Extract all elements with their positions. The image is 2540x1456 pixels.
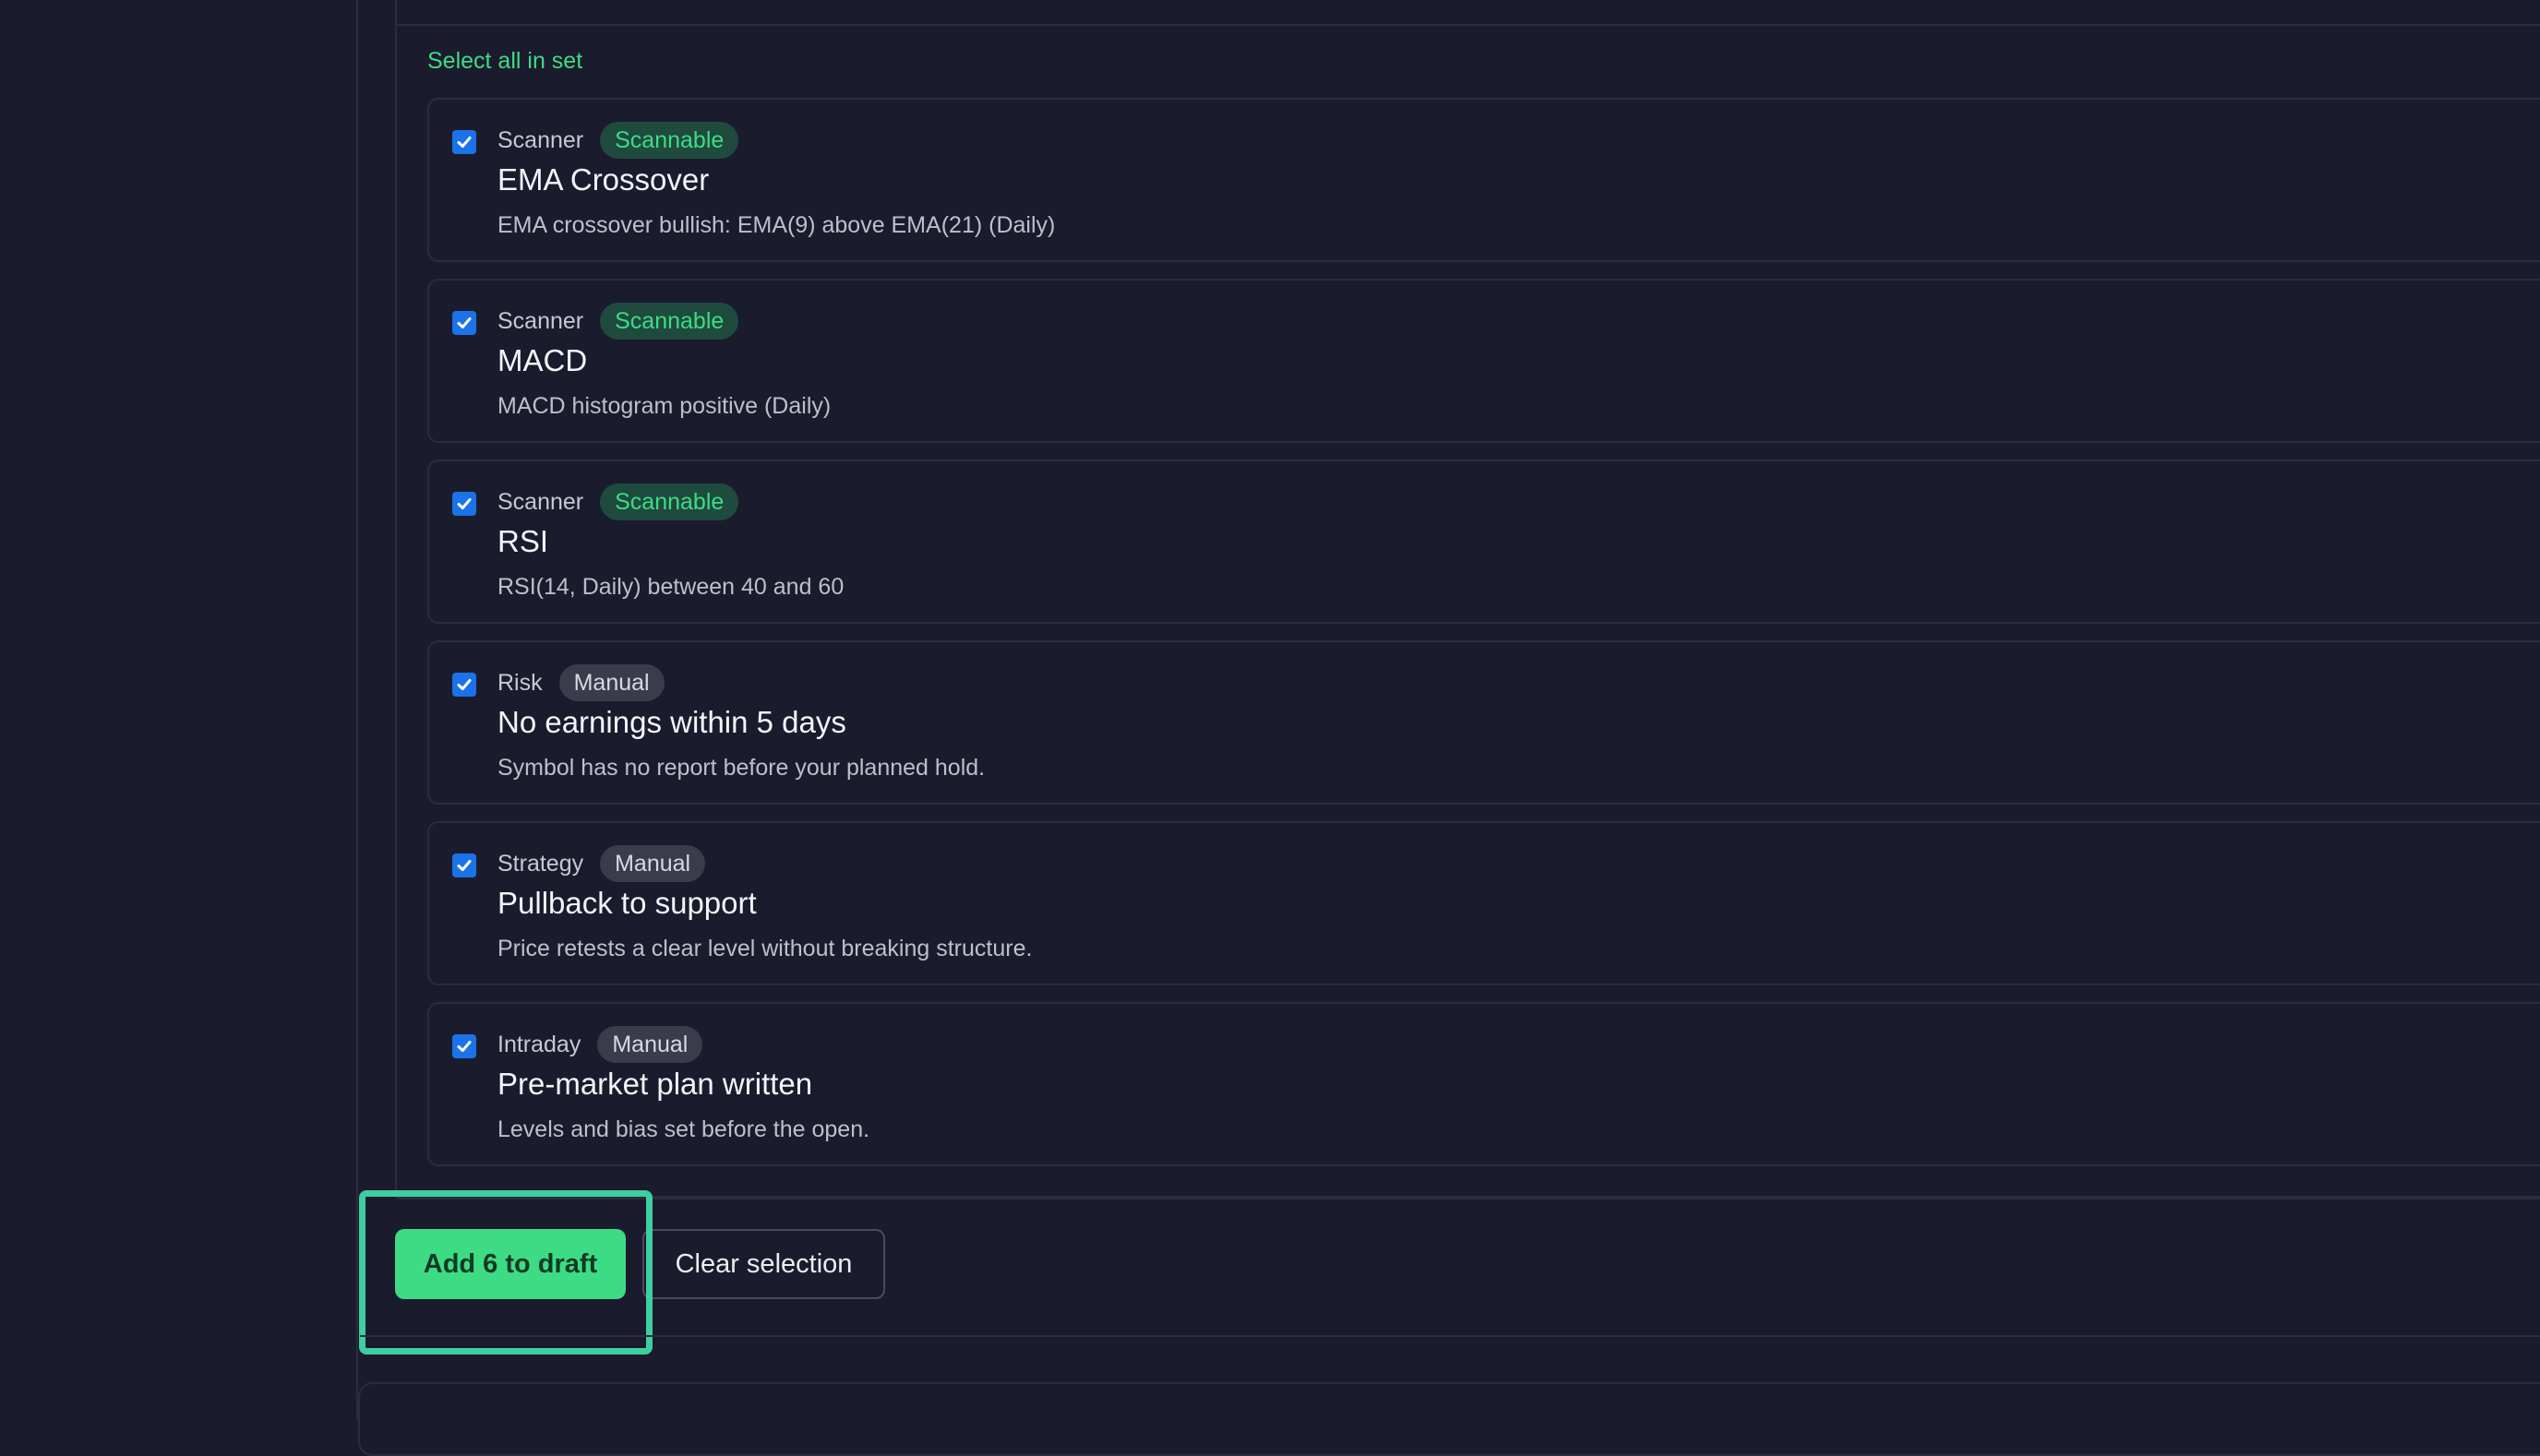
checkbox[interactable]: [452, 492, 476, 516]
item-category: Intraday: [497, 1031, 581, 1057]
checklist-item-macd[interactable]: Scanner Scannable MACD MACD histogram po…: [427, 279, 2540, 443]
item-title: EMA Crossover: [497, 162, 710, 197]
checklist-item-rsi[interactable]: Scanner Scannable RSI RSI(14, Daily) bet…: [427, 459, 2540, 624]
select-all-link[interactable]: Select all in set: [427, 48, 582, 75]
checkbox[interactable]: [452, 311, 476, 335]
checkbox[interactable]: [452, 853, 476, 877]
status-badge: Scannable: [600, 122, 739, 159]
checkmark-icon: [457, 860, 472, 871]
item-category: Scanner: [497, 488, 584, 515]
checkmark-icon: [457, 498, 472, 509]
status-badge: Scannable: [600, 483, 739, 520]
add-to-draft-button[interactable]: Add 6 to draft: [395, 1229, 626, 1299]
item-title: MACD: [497, 343, 588, 377]
item-category: Strategy: [497, 850, 584, 877]
item-description: Price retests a clear level without brea…: [497, 936, 1033, 961]
item-description: Levels and bias set before the open.: [497, 1116, 870, 1142]
item-category: Scanner: [497, 307, 584, 334]
item-title: No earnings within 5 days: [497, 705, 846, 739]
item-description: MACD histogram positive (Daily): [497, 393, 832, 419]
status-badge: Manual: [600, 845, 706, 882]
checkbox[interactable]: [452, 130, 476, 154]
checkmark-icon: [457, 679, 472, 690]
checklist-item-premarket-plan[interactable]: Intraday Manual Pre-market plan written …: [427, 1002, 2540, 1166]
status-badge: Manual: [597, 1026, 703, 1063]
checkbox[interactable]: [452, 1034, 476, 1058]
item-category: Risk: [497, 669, 543, 696]
divider: [397, 24, 2540, 26]
status-badge: Scannable: [600, 303, 739, 340]
item-category: Scanner: [497, 126, 584, 153]
next-section-card: [358, 1382, 2540, 1456]
item-description: Symbol has no report before your planned…: [497, 755, 986, 781]
checkmark-icon: [457, 137, 472, 148]
status-badge: Manual: [558, 664, 665, 701]
checklist-item-pullback[interactable]: Strategy Manual Pullback to support Pric…: [427, 821, 2540, 985]
divider: [360, 1335, 2540, 1337]
item-title: Pullback to support: [497, 886, 757, 920]
checkbox[interactable]: [452, 673, 476, 697]
item-title: RSI: [497, 524, 549, 558]
checkmark-icon: [457, 1041, 472, 1052]
checklist-item-ema-crossover[interactable]: Scanner Scannable EMA Crossover EMA cros…: [427, 98, 2540, 262]
divider: [397, 1198, 2540, 1199]
item-title: Pre-market plan written: [497, 1067, 813, 1101]
checkmark-icon: [457, 317, 472, 328]
clear-selection-button[interactable]: Clear selection: [642, 1229, 885, 1299]
item-description: EMA crossover bullish: EMA(9) above EMA(…: [497, 212, 1056, 238]
left-sidebar-gutter: [0, 0, 358, 1420]
checklist-item-no-earnings[interactable]: Risk Manual No earnings within 5 days Sy…: [427, 640, 2540, 805]
item-description: RSI(14, Daily) between 40 and 60: [497, 574, 845, 600]
